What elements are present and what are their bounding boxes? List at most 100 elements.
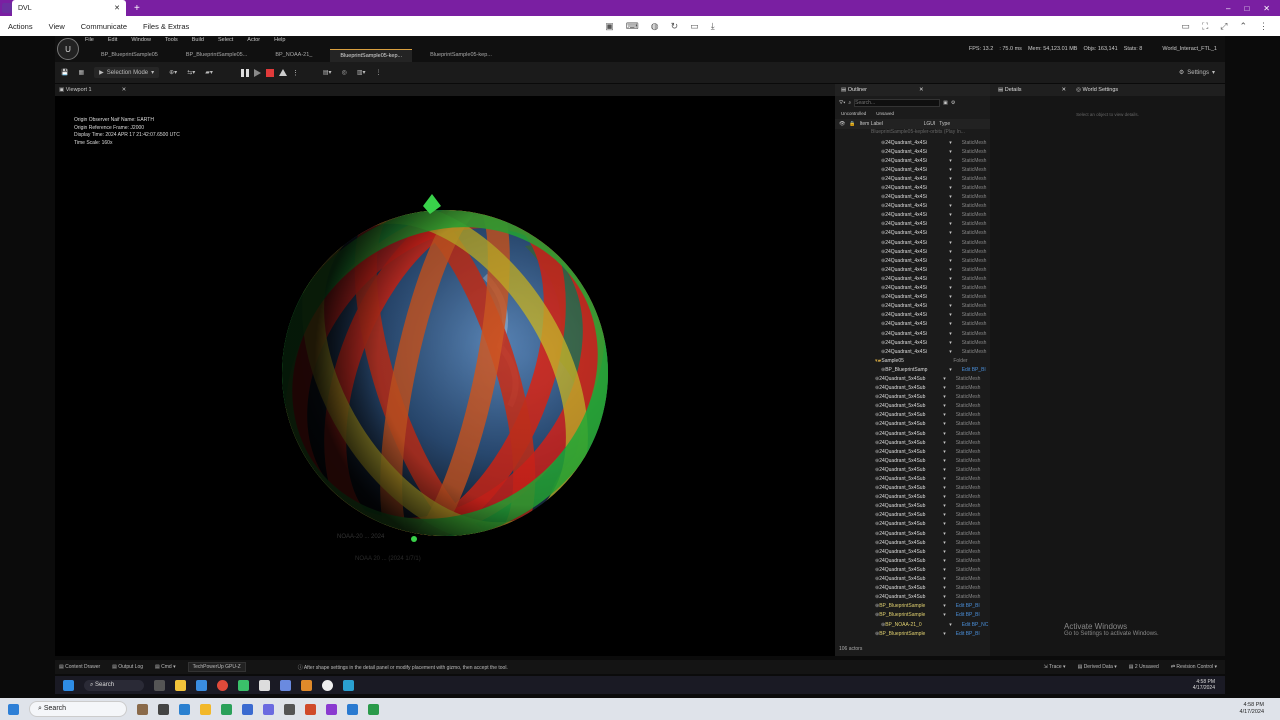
outliner-row[interactable]: ⊛ 24Quadrant_5x4Sub ▾ StaticMesh (875, 556, 990, 565)
settings-gear-icon[interactable]: ◎ (342, 69, 347, 76)
outliner-row[interactable]: ⊛ BP_NOAA-21_0 ▾ Edit BP_NC (875, 620, 990, 629)
outliner-row[interactable]: ⊛ 24Quadrant_5x4Sub ▾ StaticMesh (875, 456, 990, 465)
new-tab-icon[interactable]: + (134, 3, 140, 14)
blueprint-icon[interactable]: ⇆▾ (187, 69, 195, 76)
outliner-search-input[interactable] (854, 99, 941, 107)
row-dropdown-icon[interactable]: ▾ (949, 303, 952, 309)
row-dropdown-icon[interactable]: ▾ (949, 285, 952, 291)
options-icon[interactable]: ⋮ (1259, 21, 1268, 32)
taskbar-app-5[interactable] (242, 703, 254, 715)
outliner-row[interactable]: ⊛ 24Quadrant_5x4Sub ▾ StaticMesh (875, 511, 990, 520)
derived-data-button[interactable]: ▤ Derived Data ▾ (1078, 664, 1117, 670)
col-item-label[interactable]: Item Label (860, 121, 920, 127)
doc-tab-4[interactable]: BlueprintSample05-kep... (330, 48, 413, 62)
explorer-icon[interactable] (175, 679, 187, 691)
store-icon[interactable] (196, 679, 208, 691)
row-dropdown-icon[interactable]: ▾ (943, 421, 946, 427)
outliner-row[interactable]: ⊛ 24Quadrant_4x4Si ▾ StaticMesh (875, 174, 990, 183)
content-icon[interactable]: ▦ (78, 69, 84, 76)
cmd-button[interactable]: ▤ Cmd ▾ (155, 664, 176, 670)
row-dropdown-icon[interactable]: ▾ (949, 276, 952, 282)
row-dropdown-icon[interactable]: ▾ (943, 576, 946, 582)
edit-blueprint-link[interactable]: Edit BP_Bl (956, 612, 980, 618)
windows-start-icon[interactable] (8, 703, 19, 715)
row-dropdown-icon[interactable]: ▾ (949, 185, 952, 191)
menu-select[interactable]: Select (218, 37, 233, 43)
row-dropdown-icon[interactable]: ▾ (949, 176, 952, 182)
menu-tools[interactable]: Tools (165, 37, 178, 43)
pause-icon[interactable] (240, 68, 249, 77)
outliner-row[interactable]: ⊛ 24Quadrant_4x4Si ▾ StaticMesh (875, 238, 990, 247)
outliner-row[interactable]: ⊛ 24Quadrant_4x4Si ▾ StaticMesh (875, 311, 990, 320)
row-dropdown-icon[interactable]: ▾ (943, 612, 946, 618)
row-dropdown-icon[interactable]: ▾ (949, 321, 952, 327)
fullscreen-icon[interactable]: ⛶ (1202, 21, 1208, 32)
row-dropdown-icon[interactable]: ▾ (943, 531, 946, 537)
row-dropdown-icon[interactable]: ▾ (949, 240, 952, 246)
menu-file[interactable]: File (85, 37, 94, 43)
doc-tab-5[interactable]: BlueprintSample05-kep... (420, 49, 502, 62)
outliner-row[interactable]: ⊛ 24Quadrant_5x4Sub ▾ StaticMesh (875, 374, 990, 383)
unreal-taskbar-icon[interactable] (322, 679, 334, 691)
keyboard-icon[interactable]: ⌨ (626, 21, 639, 32)
col-lgui[interactable]: LGUI (924, 121, 936, 127)
trace-button[interactable]: ⇲ Trace ▾ (1044, 664, 1066, 670)
more-options-icon[interactable]: ⋮ (292, 69, 299, 77)
taskbar-app-3[interactable] (179, 703, 191, 715)
outliner-row[interactable]: ⊛ 24Quadrant_5x4Sub ▾ StaticMesh (875, 538, 990, 547)
app-icon-1[interactable] (238, 679, 250, 691)
menu-actor[interactable]: Actor (247, 37, 260, 43)
row-dropdown-icon[interactable]: ▾ (943, 558, 946, 564)
row-dropdown-icon[interactable]: ▾ (943, 567, 946, 573)
expand-icon[interactable]: ⤢ (1220, 21, 1227, 32)
task-view-icon[interactable] (154, 679, 166, 691)
outliner-row[interactable]: ⊛ 24Quadrant_4x4Si ▾ StaticMesh (875, 138, 990, 147)
add-actor-icon[interactable]: ⊕▾ (169, 69, 177, 76)
packaging-icon[interactable]: ▥▾ (357, 69, 366, 76)
close-button[interactable]: ✕ (1263, 4, 1270, 13)
outliner-settings-icon[interactable]: ⚙ (951, 100, 955, 106)
row-dropdown-icon[interactable]: ▾ (949, 167, 952, 173)
outliner-row[interactable]: ⊛ 24Quadrant_4x4Si ▾ StaticMesh (875, 347, 990, 356)
outliner-root-item[interactable]: BlueprintSample05-kepler-orbits (Play In… (835, 129, 990, 138)
row-dropdown-icon[interactable]: ▾ (949, 294, 952, 300)
row-dropdown-icon[interactable]: ▾ (949, 340, 952, 346)
outliner-row[interactable]: ⊛ 24Quadrant_5x4Sub ▾ StaticMesh (875, 593, 990, 602)
row-dropdown-icon[interactable]: ▾ (943, 412, 946, 418)
outliner-row[interactable]: ⊛ 24Quadrant_5x4Sub ▾ StaticMesh (875, 465, 990, 474)
outliner-row[interactable]: ⊛ 24Quadrant_5x4Sub ▾ StaticMesh (875, 547, 990, 556)
outliner-row[interactable]: ⊛ 24Quadrant_4x4Si ▾ StaticMesh (875, 147, 990, 156)
outliner-row[interactable]: ⊛ 24Quadrant_5x4Sub ▾ StaticMesh (875, 447, 990, 456)
revision-control-button[interactable]: ⇄ Revision Control ▾ (1171, 664, 1225, 670)
details-close-icon[interactable]: ✕ (1062, 87, 1067, 93)
row-dropdown-icon[interactable]: ▾ (943, 403, 946, 409)
doc-tab-1[interactable]: BP_BlueprintSample05 (91, 49, 168, 62)
viewport-close-icon[interactable]: ✕ (122, 87, 127, 93)
stop-icon[interactable] (265, 68, 274, 77)
row-dropdown-icon[interactable]: ▾ (949, 331, 952, 337)
row-dropdown-icon[interactable]: ▾ (943, 431, 946, 437)
outliner-row[interactable]: ⊛ 24Quadrant_4x4Si ▾ StaticMesh (875, 265, 990, 274)
taskbar-app-10[interactable] (347, 703, 359, 715)
refresh-icon[interactable]: ↻ (671, 21, 679, 32)
outliner-row[interactable]: ⊛ 24Quadrant_4x4Si ▾ StaticMesh (875, 229, 990, 238)
edit-blueprint-link[interactable]: Edit BP_NC (962, 622, 989, 628)
taskbar-app-9[interactable] (326, 703, 338, 715)
outliner-row[interactable]: ⊛ 24Quadrant_4x4Si ▾ StaticMesh (875, 247, 990, 256)
outliner-row[interactable]: ⊛ 24Quadrant_5x4Sub ▾ StaticMesh (875, 529, 990, 538)
outliner-row[interactable]: ⊛ 24Quadrant_4x4Si ▾ StaticMesh (875, 193, 990, 202)
outliner-row[interactable]: ⊛ BP_BlueprintSample ▾ Edit BP_Bl (875, 602, 990, 611)
menu-actions[interactable]: Actions (8, 22, 33, 31)
monitor-icon[interactable]: ▭ (1181, 21, 1190, 32)
platforms-icon[interactable]: ▤▾ (323, 69, 332, 76)
taskbar-app-6[interactable] (263, 703, 275, 715)
row-dropdown-icon[interactable]: ▾ (943, 521, 946, 527)
row-dropdown-icon[interactable]: ▾ (949, 212, 952, 218)
outliner-row[interactable]: ⊛ 24Quadrant_5x4Sub ▾ StaticMesh (875, 420, 990, 429)
world-settings-tab[interactable]: ◎ World Settings (1076, 87, 1118, 93)
taskbar-explorer-icon[interactable] (200, 703, 212, 715)
outliner-row[interactable]: ⊛ 24Quadrant_4x4Si ▾ StaticMesh (875, 338, 990, 347)
screen-icon[interactable]: ▭ (690, 21, 699, 32)
save-icon[interactable]: 💾 (61, 69, 68, 76)
remote-search-box[interactable]: ⌕ Search (84, 679, 145, 691)
